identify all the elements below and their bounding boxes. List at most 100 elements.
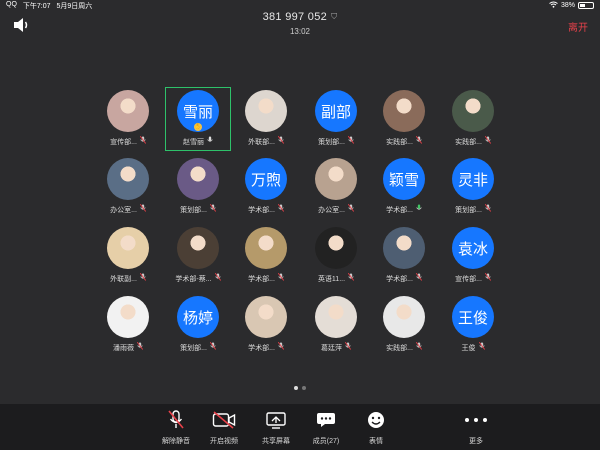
mic-icon	[416, 204, 422, 214]
participant-label: 英语11...	[304, 273, 368, 284]
participant-name: 实践部...	[386, 345, 413, 352]
participant-tile[interactable]: 外联副...	[96, 225, 160, 287]
participant-tile[interactable]: 办公室...	[96, 156, 160, 218]
participant-tile[interactable]: 学术部-蔡...	[166, 225, 230, 287]
more-label: 更多	[469, 438, 483, 445]
avatar	[315, 158, 357, 200]
mic-muted-icon	[484, 204, 491, 214]
mic-muted-icon	[136, 342, 144, 352]
participant-label: 策划部...	[166, 204, 230, 215]
mic-muted-icon	[214, 273, 221, 283]
participant-name: 潘雨薇	[113, 345, 134, 352]
participant-label: 外联副...	[96, 273, 160, 284]
avatar	[315, 227, 357, 269]
participant-name: 葛廷萍	[321, 345, 342, 352]
avatar	[383, 296, 425, 338]
page-dot[interactable]	[294, 386, 298, 390]
avatar: 杨婷	[177, 296, 219, 338]
participant-label: 办公室...	[96, 204, 160, 215]
participant-tile[interactable]: 万煦 学术部...	[234, 156, 298, 218]
mic-muted-icon	[484, 136, 491, 146]
participant-name: 外联副...	[110, 276, 137, 283]
participant-tile[interactable]: 宣传部...	[96, 88, 160, 150]
mic-muted-icon	[415, 136, 422, 146]
participant-label: 策划部...	[166, 342, 230, 353]
mic-muted-icon	[209, 342, 216, 352]
participant-label: 实践部...	[372, 342, 436, 353]
participant-name: 学术部...	[248, 345, 275, 352]
participant-tile[interactable]: 学术部...	[372, 225, 436, 287]
mic-muted-icon	[347, 136, 354, 146]
bottom-toolbar: 解除静音 开启视频 共享屏幕 成员(27) 表情 更多	[0, 404, 600, 450]
participant-tile[interactable]: 王俊 王俊	[441, 294, 505, 356]
participant-name: 宣传部...	[455, 276, 482, 283]
page-dot[interactable]	[302, 386, 306, 390]
participant-tile[interactable]: 灵非策划部...	[441, 156, 505, 218]
avatar	[383, 90, 425, 132]
participant-tile[interactable]: 颖雪 学术部...	[372, 156, 436, 218]
participant-tile[interactable]: 葛廷萍	[304, 294, 368, 356]
participant-label: 学术部...	[234, 342, 298, 353]
participant-label: 葛廷萍	[304, 342, 368, 353]
participant-name: 策划部...	[318, 139, 345, 146]
participant-tile[interactable]: 学术部...	[234, 294, 298, 356]
participant-label: 策划部...	[441, 204, 505, 215]
participant-name: 办公室...	[318, 207, 345, 214]
avatar: 王俊	[452, 296, 494, 338]
participant-tile[interactable]: 办公室...	[304, 156, 368, 218]
participant-tile[interactable]: 雪丽 ✋ 赵雪丽	[165, 87, 231, 151]
participant-label: 宣传部...	[96, 136, 160, 147]
participant-tile[interactable]: 实践部...	[441, 88, 505, 150]
participant-name: 学术部-蔡...	[175, 276, 212, 283]
participant-tile[interactable]: 外联部...	[234, 88, 298, 150]
participant-name: 策划部...	[455, 207, 482, 214]
participant-label: 策划部...	[304, 136, 368, 147]
avatar	[245, 90, 287, 132]
more-button[interactable]: 更多	[446, 410, 506, 446]
participant-name: 策划部...	[180, 207, 207, 214]
participant-tile[interactable]: 袁冰 宣传部...	[441, 225, 505, 287]
mic-muted-icon	[277, 136, 284, 146]
page-indicator	[0, 386, 600, 390]
participant-label: 办公室...	[304, 204, 368, 215]
participant-name: 学术部...	[386, 207, 413, 214]
emoji-button[interactable]: 表情	[346, 410, 406, 446]
mic-muted-icon	[139, 273, 146, 283]
participant-name: 策划部...	[180, 345, 207, 352]
participant-tile[interactable]: 杨婷策划部...	[166, 294, 230, 356]
participant-label: 宣传部...	[441, 273, 505, 284]
avatar	[177, 227, 219, 269]
participant-label: 潘雨薇	[96, 342, 160, 353]
avatar: 副部	[315, 90, 357, 132]
participant-label: 赵雪丽	[166, 136, 230, 147]
participant-name: 王俊	[461, 345, 476, 352]
avatar: 灵非	[452, 158, 494, 200]
mic-muted-icon	[415, 342, 422, 352]
mic-muted-icon	[347, 204, 354, 214]
participant-tile[interactable]: 实践部...	[372, 294, 436, 356]
mic-muted-icon	[139, 136, 146, 146]
avatar	[383, 227, 425, 269]
mic-muted-icon	[415, 273, 422, 283]
avatar	[245, 296, 287, 338]
participant-tile[interactable]: 实践部...	[372, 88, 436, 150]
emoji-icon	[346, 410, 406, 430]
participant-name: 办公室...	[110, 207, 137, 214]
participant-tile[interactable]: 潘雨薇	[96, 294, 160, 356]
participant-tile[interactable]: 策划部...	[166, 156, 230, 218]
participant-name: 英语11...	[317, 276, 346, 283]
mic-muted-icon	[277, 273, 284, 283]
start-video-button[interactable]: 开启视频	[194, 410, 254, 446]
participant-label: 学术部-蔡...	[166, 273, 230, 284]
more-icon	[446, 410, 506, 430]
avatar	[107, 90, 149, 132]
start-video-label: 开启视频	[210, 438, 238, 445]
participant-label: 学术部...	[372, 273, 436, 284]
participant-tile[interactable]: 英语11...	[304, 225, 368, 287]
participant-name: 赵雪丽	[183, 139, 204, 146]
participant-tile[interactable]: 学术部...	[234, 225, 298, 287]
participant-name: 实践部...	[455, 139, 482, 146]
participant-tile[interactable]: 副部策划部...	[304, 88, 368, 150]
participant-name: 学术部...	[248, 276, 275, 283]
participant-name: 外联部...	[248, 139, 275, 146]
